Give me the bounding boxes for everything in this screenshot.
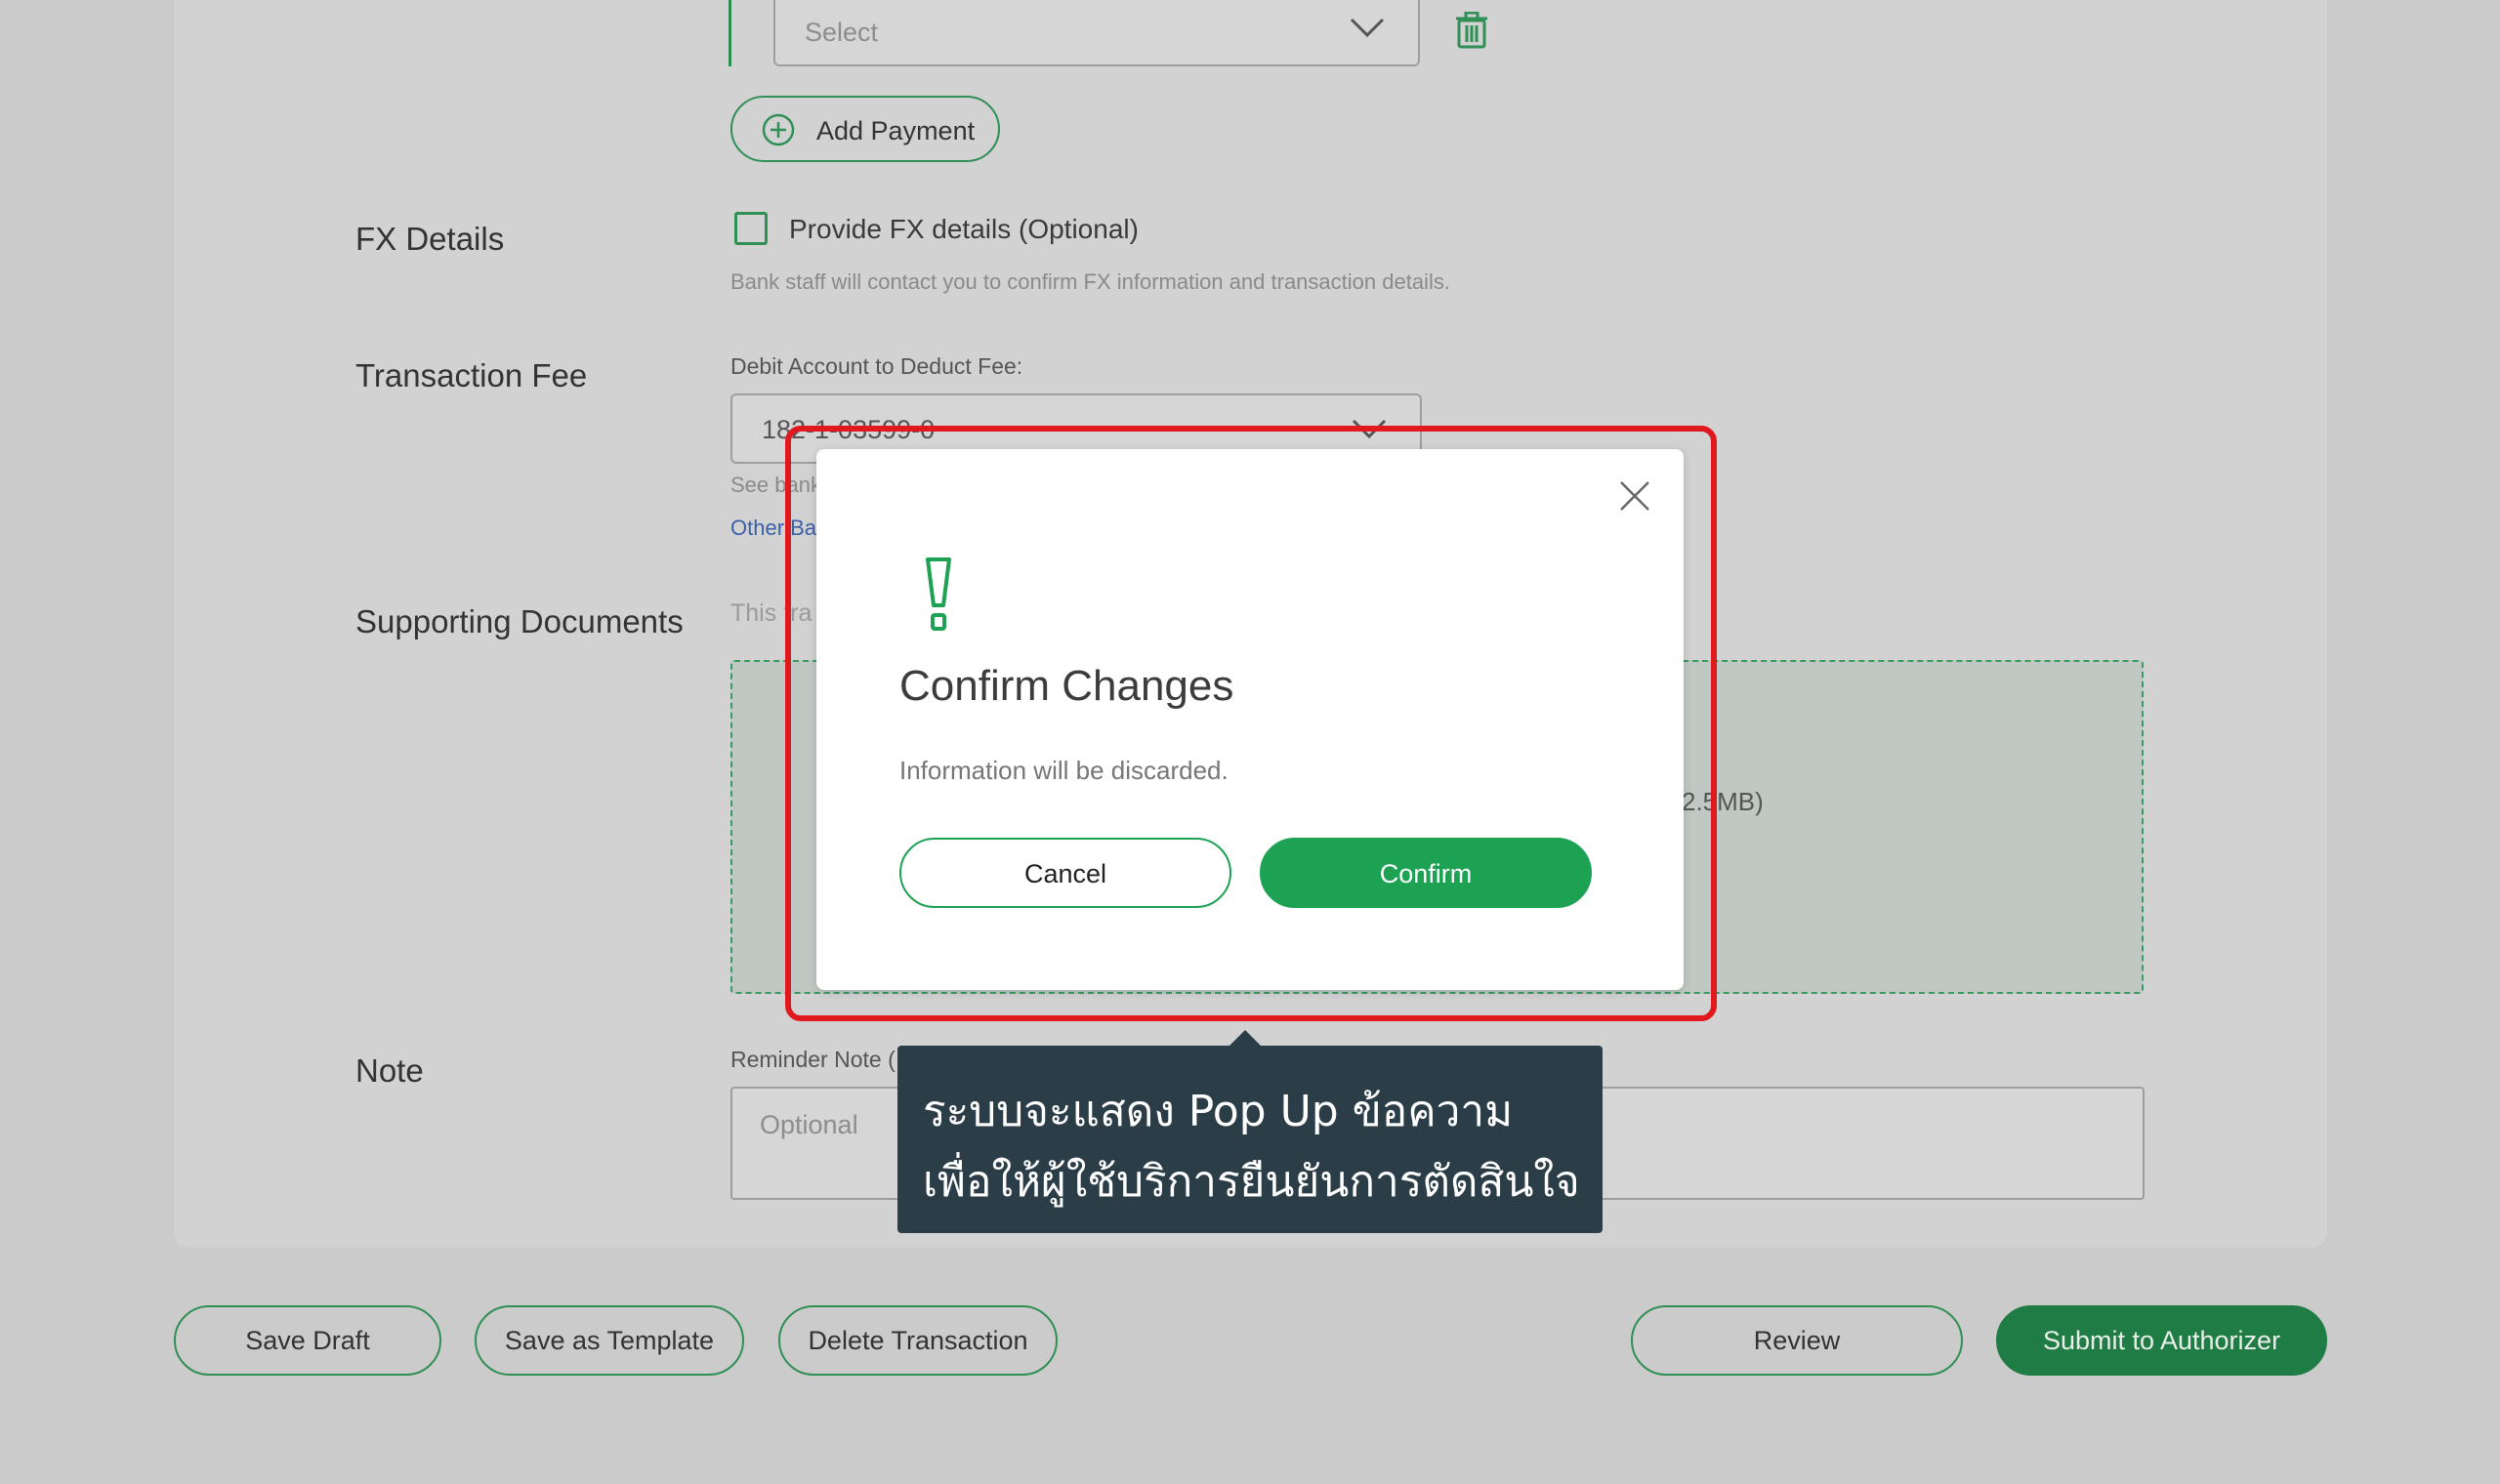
debit-account-label: Debit Account to Deduct Fee: — [730, 353, 1023, 379]
add-payment-label: Add Payment — [816, 116, 976, 145]
annotation-line-2: เพื่อให้ผู้ใช้บริการยืนยันการตัดสินใจ — [923, 1157, 1580, 1207]
plus-circle-icon — [762, 113, 795, 146]
annotation-line-1: ระบบจะแสดง Pop Up ข้อความ — [923, 1087, 1514, 1136]
fx-details-heading: FX Details — [355, 221, 505, 257]
supporting-documents-heading: Supporting Documents — [355, 603, 684, 639]
reminder-note-label: Reminder Note ( — [730, 1047, 896, 1072]
callout-arrow — [1229, 1030, 1261, 1046]
add-payment-button[interactable]: Add Payment — [730, 96, 1000, 162]
fx-hint-text: Bank staff will contact you to confirm F… — [730, 269, 1450, 294]
transaction-fee-heading: Transaction Fee — [355, 357, 588, 393]
save-draft-button[interactable]: Save Draft — [174, 1305, 441, 1376]
save-as-template-button[interactable]: Save as Template — [475, 1305, 744, 1376]
payment-indicator-line — [729, 0, 731, 66]
annotation-highlight-frame — [785, 426, 1717, 1021]
submit-to-authorizer-button[interactable]: Submit to Authorizer — [1996, 1305, 2327, 1376]
delete-transaction-button[interactable]: Delete Transaction — [778, 1305, 1058, 1376]
fx-details-checkbox[interactable] — [734, 212, 768, 245]
note-heading: Note — [355, 1052, 424, 1089]
review-button[interactable]: Review — [1631, 1305, 1963, 1376]
fx-checkbox-label: Provide FX details (Optional) — [789, 214, 1139, 244]
payment-method-select[interactable]: Select — [773, 0, 1420, 66]
select-placeholder: Select — [805, 18, 879, 47]
trash-icon[interactable] — [1455, 12, 1488, 49]
note-placeholder: Optional — [760, 1110, 858, 1139]
annotation-callout: ระบบจะแสดง Pop Up ข้อความ เพื่อให้ผู้ใช้… — [897, 1030, 1603, 1233]
chevron-down-icon — [1350, 18, 1385, 38]
